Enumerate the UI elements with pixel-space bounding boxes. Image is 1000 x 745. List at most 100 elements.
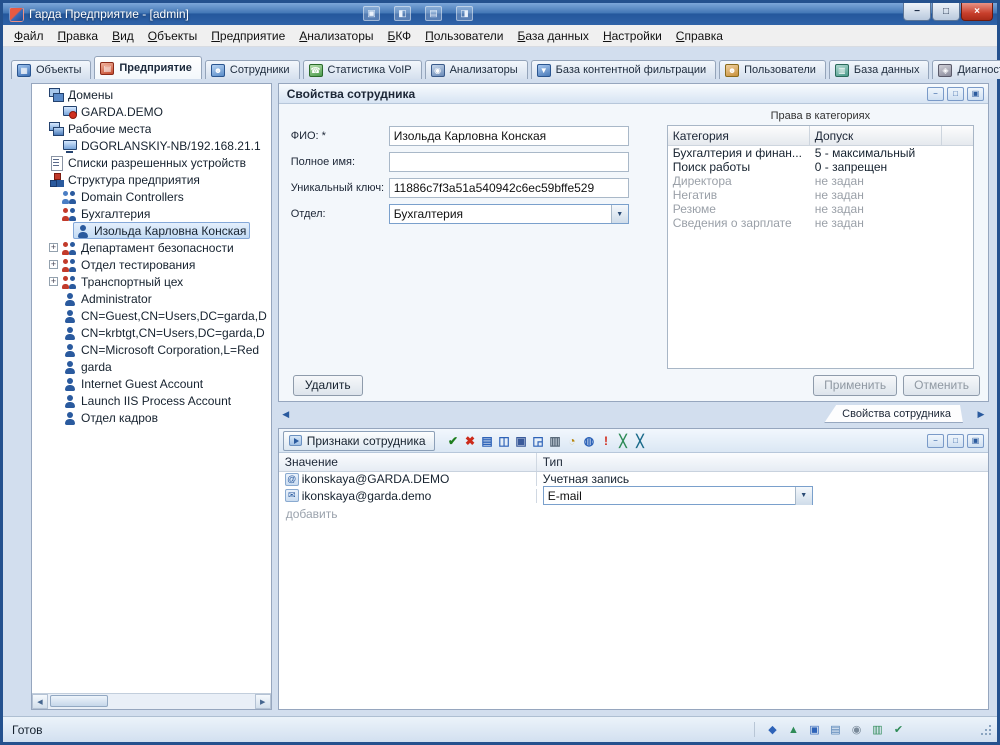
tree-item[interactable]: Internet Guest Account (32, 375, 271, 392)
tree-item[interactable]: CN=Microsoft Corporation,L=Red (32, 341, 271, 358)
titlebar-icon[interactable]: ▣ (363, 6, 380, 21)
collapse-panel-button[interactable]: − (927, 87, 944, 101)
tree-item[interactable]: garda (32, 358, 271, 375)
connection-status-icon[interactable]: ◆ (765, 722, 780, 737)
tree-item[interactable]: +Транспортный цех (32, 273, 271, 290)
tab-diagnostics[interactable]: Диагностика (932, 60, 1000, 79)
titlebar-icon[interactable]: ◧ (394, 6, 411, 21)
minimize-button[interactable]: − (903, 3, 931, 21)
tab-enterprise[interactable]: Предприятие (94, 56, 202, 79)
menu-item[interactable]: БКФ (381, 26, 419, 46)
delete-button[interactable]: Удалить (293, 375, 363, 396)
full-name-input[interactable] (389, 152, 629, 172)
rights-row[interactable]: Поиск работы0 - запрещен (668, 160, 973, 174)
menu-item[interactable]: База данных (510, 26, 595, 46)
attribute-row[interactable]: @ikonskaya@GARDA.DEMOУчетная запись (279, 472, 988, 486)
tree-item[interactable]: Launch IIS Process Account (32, 392, 271, 409)
rights-row[interactable]: Сведения о зарплатене задан (668, 216, 973, 230)
titlebar-icon[interactable]: ▤ (425, 6, 442, 21)
float-panel-button[interactable]: ▣ (967, 87, 984, 101)
cancel-button[interactable]: Отменить (903, 375, 980, 396)
fio-input[interactable] (389, 126, 629, 146)
web-icon[interactable]: ◍ (581, 432, 598, 449)
storage-status-icon[interactable]: ▣ (807, 722, 822, 737)
menu-item[interactable]: Настройки (596, 26, 669, 46)
tree-expand-toggle[interactable]: + (49, 277, 58, 286)
panel-tabs-scroll-right-icon[interactable]: ▶ (973, 409, 989, 420)
collapse-panel-button[interactable]: − (927, 434, 944, 448)
tree-item[interactable]: Рабочие места (32, 120, 271, 137)
tab-voip[interactable]: Статистика VoIP (303, 60, 422, 79)
chevron-down-icon[interactable]: ▼ (795, 487, 812, 505)
float-panel-button[interactable]: ▣ (967, 434, 984, 448)
alert-icon[interactable]: ! (598, 432, 615, 449)
close-button[interactable]: × (961, 3, 993, 21)
title-bar[interactable]: Гарда Предприятие - [admin] ▣◧▤◨ − □ × (3, 3, 997, 25)
maximize-panel-button[interactable]: □ (947, 434, 964, 448)
preview-icon[interactable]: ◲ (530, 432, 547, 449)
accept-icon[interactable]: ✔ (445, 432, 462, 449)
properties-bottom-tab[interactable]: Свойства сотрудника (824, 405, 963, 423)
menu-item[interactable]: Объекты (141, 26, 205, 46)
attributes-column-value[interactable]: Значение (279, 453, 537, 471)
tree-item[interactable]: +Департамент безопасности (32, 239, 271, 256)
print-icon[interactable]: ▥ (547, 432, 564, 449)
tree-item[interactable]: Отдел кадров (32, 409, 271, 426)
tree-item[interactable]: Изольда Карловна Конская (32, 222, 271, 239)
history-icon[interactable]: ◔ (564, 432, 581, 449)
apply-button[interactable]: Применить (813, 375, 897, 396)
scroll-left-button[interactable]: ◀ (32, 694, 48, 709)
attributes-column-type[interactable]: Тип (537, 455, 988, 469)
panel-tabs-scroll-left-icon[interactable]: ◀ (278, 409, 294, 420)
tree-item[interactable]: Домены (32, 86, 271, 103)
import-table-icon[interactable]: ╳ (632, 432, 649, 449)
tree-expand-toggle[interactable]: + (49, 260, 58, 269)
tree-item[interactable]: Domain Controllers (32, 188, 271, 205)
tree-expand-toggle[interactable]: + (49, 243, 58, 252)
tree-item[interactable]: GARDA.DEMO (32, 103, 271, 120)
menu-item[interactable]: Предприятие (204, 26, 292, 46)
rights-row[interactable]: Директоране задан (668, 174, 973, 188)
scroll-right-button[interactable]: ▶ (255, 694, 271, 709)
tree-item[interactable]: +Отдел тестирования (32, 256, 271, 273)
titlebar-icon[interactable]: ◨ (456, 6, 473, 21)
tree-item[interactable]: CN=krbtgt,CN=Users,DC=garda,D (32, 324, 271, 341)
menu-item[interactable]: Вид (105, 26, 141, 46)
menu-item[interactable]: Справка (669, 26, 730, 46)
tree-horizontal-scrollbar[interactable]: ◀ ▶ (32, 693, 271, 709)
resize-grip[interactable] (978, 723, 991, 736)
rights-column-access[interactable]: Допуск (810, 126, 942, 145)
tree-item[interactable]: Administrator (32, 290, 271, 307)
cancel-icon[interactable]: ✖ (462, 432, 479, 449)
add-attribute-link[interactable]: добавить (279, 505, 988, 523)
tab-users[interactable]: Пользователи (719, 60, 826, 79)
scrollbar-track[interactable] (48, 694, 255, 709)
rights-row[interactable]: Негативне задан (668, 188, 973, 202)
database-ok-icon[interactable]: ✔ (891, 722, 906, 737)
menu-item[interactable]: Пользователи (418, 26, 510, 46)
save-icon[interactable]: ▣ (513, 432, 530, 449)
tab-database[interactable]: База данных (829, 60, 930, 79)
maximize-button[interactable]: □ (932, 3, 960, 21)
rights-row[interactable]: Бухгалтерия и финан...5 - максимальный (668, 146, 973, 160)
copy-value-icon[interactable]: ◫ (496, 432, 513, 449)
tab-employees[interactable]: Сотрудники (205, 60, 300, 79)
search-status-icon[interactable]: ◉ (849, 722, 864, 737)
tree-item[interactable]: Списки разрешенных устройств (32, 154, 271, 171)
tree-item[interactable]: Бухгалтерия (32, 205, 271, 222)
rights-column-category[interactable]: Категория (668, 126, 810, 145)
capture-status-icon[interactable]: ▲ (786, 722, 801, 737)
maximize-panel-button[interactable]: □ (947, 87, 964, 101)
report-status-icon[interactable]: ▤ (828, 722, 843, 737)
department-combobox[interactable]: Бухгалтерия ▼ (389, 204, 629, 224)
scrollbar-thumb[interactable] (50, 695, 108, 707)
attribute-row[interactable]: ✉ikonskaya@garda.demoE-mail▼ (279, 486, 988, 505)
database-status-icon[interactable]: ▥ (870, 722, 885, 737)
chevron-down-icon[interactable]: ▼ (611, 205, 628, 223)
new-value-icon[interactable]: ▤ (479, 432, 496, 449)
unique-key-input[interactable] (389, 178, 629, 198)
tree-item[interactable]: DGORLANSKIY-NB/192.168.21.1 (32, 137, 271, 154)
tab-objects[interactable]: Объекты (11, 60, 91, 79)
attribute-type-combobox[interactable]: E-mail▼ (543, 486, 813, 505)
menu-item[interactable]: Правка (51, 26, 106, 46)
